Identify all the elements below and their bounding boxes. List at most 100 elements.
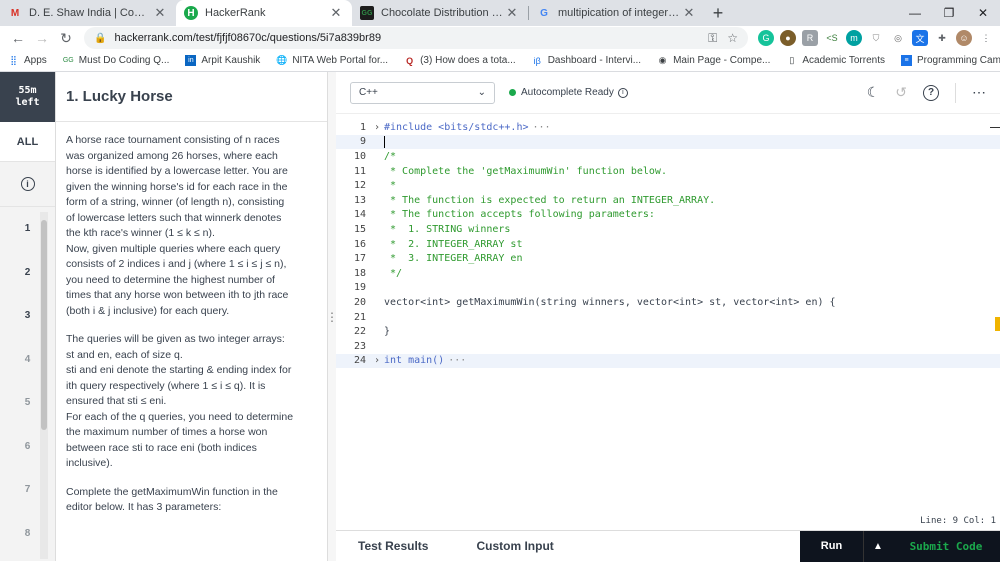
code-ext-icon[interactable]: <S (824, 30, 840, 46)
cursor-position: Line: 9 Col: 1 (920, 516, 996, 526)
code-line[interactable]: 10 /* (336, 149, 1000, 164)
fold-chevron-icon[interactable]: › (370, 355, 384, 366)
problem-statement: A horse race tournament consisting of n … (56, 122, 327, 516)
divider (955, 82, 956, 103)
folded-code-ellipsis[interactable]: ··· (533, 122, 551, 133)
menu-dots-icon[interactable]: ⋮ (978, 30, 994, 46)
close-tab-icon[interactable]: ✕ (504, 5, 520, 21)
forward-icon[interactable]: → (30, 27, 54, 49)
bookmark-label: (3) How does a tota... (420, 55, 516, 66)
code-line[interactable]: 19 (336, 281, 1000, 296)
line-number: 24 (353, 355, 366, 367)
problem-paragraph: A horse race tournament consisting of n … (66, 134, 288, 239)
scroll-thumb[interactable] (41, 220, 47, 430)
bookmark-item[interactable]: 🌐 NITA Web Portal for... (276, 55, 388, 66)
line-number: 17 (353, 253, 366, 265)
problem-paragraph: For each of the q queries, you need to d… (66, 410, 294, 470)
code-text: * Complete the 'getMaximumWin' function … (384, 165, 667, 177)
close-window-icon[interactable]: ✕ (966, 0, 1000, 26)
code-line[interactable]: 24 › int main() ··· (336, 353, 1000, 369)
back-icon[interactable]: ← (6, 27, 30, 49)
code-line[interactable]: 13 * The function is expected to return … (336, 193, 1000, 208)
panel-resize-handle[interactable]: ⋮ (326, 72, 338, 561)
code-line[interactable]: 9 (336, 134, 1000, 150)
code-line[interactable]: 20 vector<int> getMaximumWin(string winne… (336, 295, 1000, 310)
language-select[interactable]: C++ ⌄ (350, 81, 495, 104)
code-line[interactable]: 21 (336, 310, 1000, 325)
bookmark-label: Programming Cam... (916, 55, 1000, 66)
address-bar[interactable]: 🔒 hackerrank.com/test/fjfjf08670c/questi… (84, 27, 748, 49)
code-line[interactable]: 23 (336, 339, 1000, 354)
close-tab-icon[interactable]: ✕ (152, 5, 168, 21)
tab-google-search[interactable]: G multipication of integer is equal ✕ (529, 0, 705, 26)
tab-title: multipication of integer is equal (558, 7, 681, 19)
bookmark-item[interactable]: ◉ Main Page - Compe... (657, 55, 771, 66)
code-text: * 2. INTEGER_ARRAY st (384, 238, 523, 250)
code-line[interactable]: 15 * 1. STRING winners (336, 222, 1000, 237)
sheet-icon: ≡ (900, 55, 912, 66)
code-line[interactable]: 1 › #include <bits/stdc++.h> ··· (336, 120, 1000, 135)
tab-deshaw[interactable]: M D. E. Shaw India | Computational ✕ (0, 0, 176, 26)
gfg-icon: GG (62, 57, 74, 64)
run-options-caret-icon[interactable]: ▲ (864, 530, 892, 562)
star-icon[interactable]: ☆ (727, 31, 738, 46)
translate-ext-icon[interactable]: 文 (912, 30, 928, 46)
reset-code-icon[interactable]: ↺ (895, 84, 907, 101)
theme-toggle-icon[interactable]: ☾ (867, 84, 880, 101)
code-line[interactable]: 12 * (336, 178, 1000, 193)
ext-icon[interactable]: ◎ (890, 30, 906, 46)
tab-title: D. E. Shaw India | Computational (29, 7, 152, 19)
nav-all[interactable]: ALL (0, 122, 55, 162)
nav-scrollbar[interactable] (40, 212, 48, 559)
avatar[interactable]: ☺ (956, 30, 972, 46)
folded-code-ellipsis[interactable]: ··· (448, 355, 466, 366)
ext-icon[interactable]: ● (780, 30, 796, 46)
meet-ext-icon[interactable]: m (846, 30, 862, 46)
code-line[interactable]: 16 * 2. INTEGER_ARRAY st (336, 237, 1000, 252)
minimize-icon[interactable]: — (898, 0, 932, 26)
autocomplete-status: Autocomplete Ready i (509, 87, 628, 98)
bookmark-item[interactable]: ▯ Academic Torrents (786, 55, 885, 66)
bookmark-item[interactable]: Q (3) How does a tota... (404, 55, 516, 66)
bookmark-item[interactable]: GG Must Do Coding Q... (63, 55, 170, 66)
puzzle-icon[interactable]: ✚ (934, 30, 950, 46)
more-options-icon[interactable]: ⋯ (972, 84, 986, 101)
key-icon[interactable]: ⚿ (708, 31, 717, 46)
ext-icon[interactable]: R (802, 30, 818, 46)
lock-icon: 🔒 (94, 32, 107, 44)
close-tab-icon[interactable]: ✕ (328, 5, 344, 21)
new-tab-button[interactable]: + (705, 0, 731, 26)
bookmark-apps[interactable]: ⣿ Apps (8, 55, 47, 66)
code-area[interactable]: 1 › #include <bits/stdc++.h> ··· 9 10/* 11 * C… (336, 112, 1000, 512)
tab-custom-input[interactable]: Custom Input (476, 539, 553, 553)
code-line[interactable]: 14 * The function accepts following para… (336, 208, 1000, 223)
fold-chevron-icon[interactable]: › (370, 122, 384, 133)
code-line[interactable]: 17 * 3. INTEGER_ARRAY en (336, 251, 1000, 266)
bookmark-item[interactable]: iβ Dashboard - Intervi... (532, 55, 641, 66)
run-button[interactable]: Run (800, 530, 864, 562)
question-nav: 55m left ALL i 1 2 3 4 5 6 7 8 (0, 72, 56, 561)
code-line[interactable]: 18 */ (336, 266, 1000, 281)
tab-hackerrank[interactable]: H HackerRank ✕ (176, 0, 352, 26)
bookmark-item[interactable]: in Arpit Kaushik (185, 55, 260, 66)
code-text: } (384, 326, 391, 338)
close-tab-icon[interactable]: ✕ (681, 5, 697, 21)
line-number: 10 (353, 150, 366, 162)
shield-ext-icon[interactable]: ⛉ (868, 30, 884, 46)
help-icon[interactable]: ? (923, 84, 939, 101)
submit-code-button[interactable]: Submit Code (892, 530, 1000, 562)
reload-icon[interactable]: ↻ (54, 27, 78, 49)
url-text: hackerrank.com/test/fjfjf08670c/question… (114, 32, 382, 44)
code-line[interactable]: 11 * Complete the 'getMaximumWin' functi… (336, 164, 1000, 179)
tab-test-results[interactable]: Test Results (358, 539, 428, 553)
info-icon[interactable]: i (617, 87, 628, 98)
browser-toolbar: ← → ↻ 🔒 hackerrank.com/test/fjfjf08670c/… (0, 26, 1000, 50)
bookmark-item[interactable]: ≡ Programming Cam... (900, 55, 1000, 66)
nav-info[interactable]: i (0, 162, 55, 207)
interviewbit-icon: iβ (533, 55, 541, 66)
grammarly-icon[interactable]: G (758, 30, 774, 46)
restore-icon[interactable]: ❐ (932, 0, 966, 26)
tab-chocolate[interactable]: GG Chocolate Distribution Problem - ✕ (352, 0, 528, 26)
code-line[interactable]: 22} (336, 324, 1000, 339)
quora-icon: Q (406, 55, 414, 66)
